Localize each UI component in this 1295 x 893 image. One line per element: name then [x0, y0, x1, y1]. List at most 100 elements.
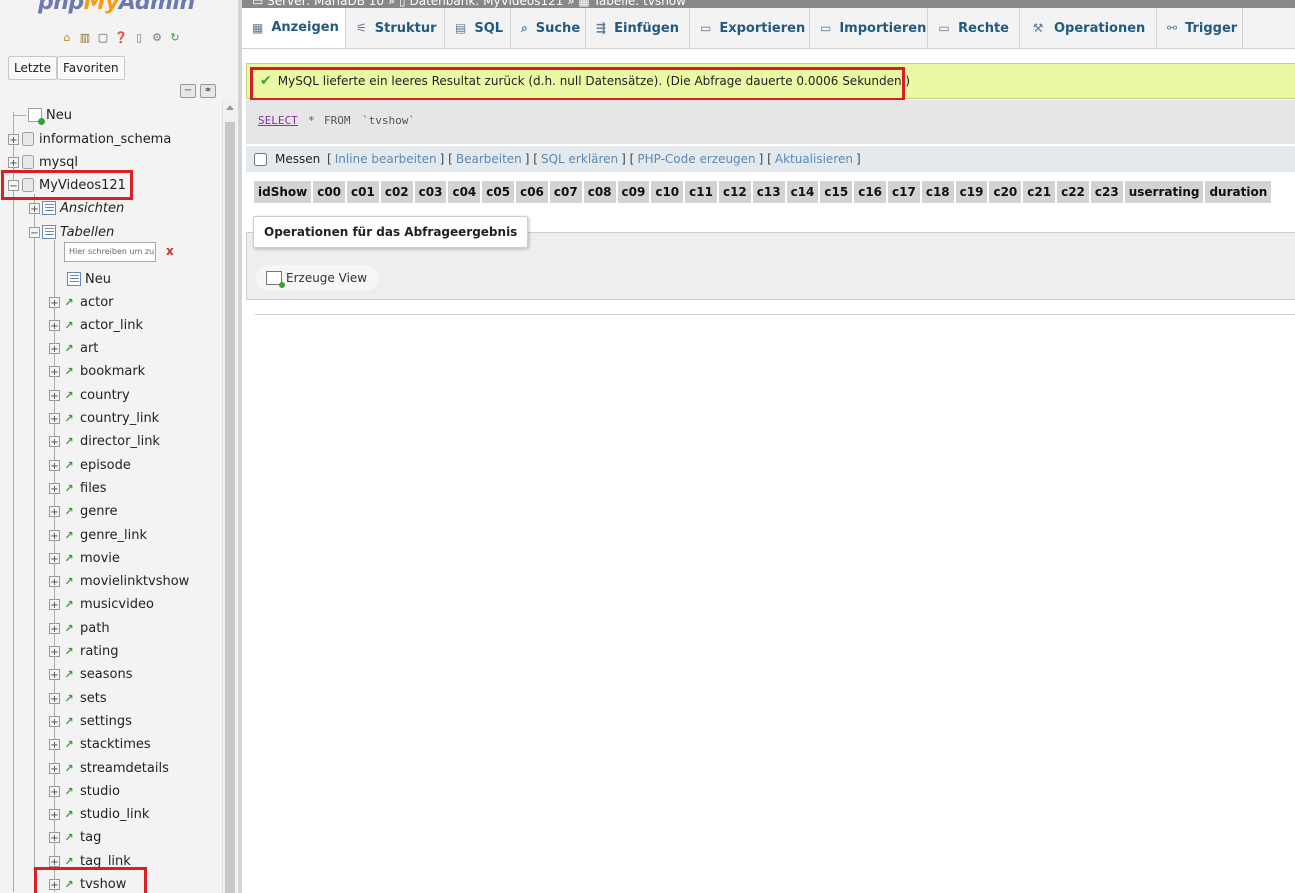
column-header[interactable]: c01: [347, 181, 379, 203]
table-icon[interactable]: ↗: [62, 388, 76, 402]
table-icon[interactable]: ↗: [62, 761, 76, 775]
tree-table-tag[interactable]: + ↗ tag: [49, 827, 101, 849]
tab-sql[interactable]: ▤ SQL: [445, 8, 511, 48]
table-icon[interactable]: ↗: [62, 668, 76, 682]
table-icon[interactable]: ↗: [62, 621, 76, 635]
column-header[interactable]: c23: [1090, 181, 1123, 203]
expand-icon[interactable]: +: [49, 809, 60, 821]
tree-table-art[interactable]: + ↗ art: [49, 338, 98, 360]
expand-icon[interactable]: +: [49, 506, 60, 518]
table-icon[interactable]: ↗: [62, 645, 76, 659]
tree-table-actor_link[interactable]: + ↗ actor_link: [49, 314, 143, 336]
tree-table-genre[interactable]: + ↗ genre: [49, 501, 118, 523]
tree-table-sets[interactable]: + ↗ sets: [49, 687, 107, 709]
tree-table-settings[interactable]: + ↗ settings: [49, 710, 132, 732]
table-icon[interactable]: ↗: [62, 831, 76, 845]
tree-db-mysql[interactable]: + mysql: [8, 151, 78, 173]
column-header[interactable]: c21: [1023, 181, 1056, 203]
reload-icon[interactable]: ↻: [168, 30, 182, 44]
column-header[interactable]: c00: [313, 181, 346, 203]
tree-table-actor[interactable]: + ↗ actor: [49, 291, 114, 313]
column-header[interactable]: c18: [921, 181, 954, 203]
tree-table-country_link[interactable]: + ↗ country_link: [49, 408, 159, 430]
docs-icon[interactable]: ▯: [132, 30, 146, 44]
tree-table-tag_link[interactable]: + ↗ tag_link: [49, 850, 131, 872]
breadcrumb-database[interactable]: Datenbank: MyVideos121: [409, 0, 563, 8]
tree-tables[interactable]: − Tabellen: [29, 221, 114, 243]
table-icon[interactable]: ↗: [62, 528, 76, 542]
tab-anzeigen[interactable]: ▦ Anzeigen: [242, 8, 346, 48]
column-header[interactable]: c15: [820, 181, 853, 203]
table-icon[interactable]: ↗: [62, 551, 76, 565]
tree-table-stacktimes[interactable]: + ↗ stacktimes: [49, 734, 151, 756]
expand-icon[interactable]: +: [49, 646, 60, 658]
refresh-link[interactable]: Aktualisieren: [775, 152, 853, 166]
column-header[interactable]: c06: [516, 181, 548, 203]
table-icon[interactable]: ↗: [62, 458, 76, 472]
tree-new-database[interactable]: Neu: [14, 104, 72, 126]
explain-sql-link[interactable]: SQL erklären: [541, 152, 618, 166]
exit-icon[interactable]: ▥: [78, 30, 92, 44]
table-icon[interactable]: ↗: [62, 714, 76, 728]
table-icon[interactable]: ↗: [62, 342, 76, 356]
expand-icon[interactable]: +: [49, 669, 60, 681]
expand-icon[interactable]: +: [8, 133, 19, 146]
link-icon[interactable]: ⚭: [200, 84, 216, 98]
column-header[interactable]: c12: [718, 181, 751, 203]
phpmyadmin-logo[interactable]: phpMyAdmin: [38, 0, 195, 15]
breadcrumb-server[interactable]: Server: MariaDB 10: [267, 0, 384, 8]
table-icon[interactable]: ↗: [62, 598, 76, 612]
column-header[interactable]: idShow: [254, 181, 312, 203]
tree-table-episode[interactable]: + ↗ episode: [49, 454, 131, 476]
expand-icon[interactable]: +: [49, 622, 60, 635]
table-icon[interactable]: ↗: [62, 738, 76, 752]
tab-struktur[interactable]: ⚟ Struktur: [346, 8, 445, 48]
column-header[interactable]: c04: [448, 181, 481, 203]
tree-table-country[interactable]: + ↗ country: [49, 384, 130, 406]
tree-table-bookmark[interactable]: + ↗ bookmark: [49, 361, 145, 383]
column-header[interactable]: c11: [685, 181, 717, 203]
expand-icon[interactable]: +: [49, 879, 60, 891]
expand-icon[interactable]: +: [49, 692, 60, 705]
column-header[interactable]: c17: [888, 181, 920, 203]
tree-table-director_link[interactable]: + ↗ director_link: [49, 431, 160, 453]
column-header[interactable]: c20: [989, 181, 1022, 203]
filter-clear-button[interactable]: x: [166, 244, 174, 258]
column-header[interactable]: c16: [854, 181, 887, 203]
tab-suche[interactable]: ⌕ Suche: [511, 8, 586, 48]
column-header[interactable]: c05: [482, 181, 515, 203]
column-header[interactable]: c07: [549, 181, 582, 203]
expand-icon[interactable]: +: [49, 715, 60, 728]
expand-icon[interactable]: +: [49, 366, 60, 378]
table-icon[interactable]: ↗: [62, 854, 76, 868]
tab-trigger[interactable]: ⚯ Trigger: [1157, 8, 1243, 48]
expand-icon[interactable]: +: [49, 552, 60, 565]
breadcrumb-table[interactable]: Tabelle: tvshow: [594, 0, 686, 8]
tree-table-movielinktvshow[interactable]: + ↗ movielinktvshow: [49, 571, 189, 593]
table-icon[interactable]: ↗: [62, 878, 76, 892]
column-header[interactable]: duration: [1205, 181, 1272, 203]
table-icon[interactable]: ↗: [62, 691, 76, 705]
tree-db-myvideos[interactable]: − MyVideos121: [8, 174, 126, 196]
tree-table-musicvideo[interactable]: + ↗ musicvideo: [49, 594, 154, 616]
scroll-up-arrow-icon[interactable]: [226, 105, 234, 110]
table-icon[interactable]: ↗: [62, 295, 76, 309]
table-icon[interactable]: ↗: [62, 784, 76, 798]
tree-new-table[interactable]: Neu: [67, 268, 111, 290]
expand-icon[interactable]: +: [49, 529, 60, 542]
tree-table-rating[interactable]: + ↗ rating: [49, 641, 119, 663]
column-header[interactable]: c02: [380, 181, 413, 203]
table-icon[interactable]: ↗: [62, 808, 76, 822]
favorites-button[interactable]: Favoriten: [57, 56, 125, 80]
table-icon[interactable]: ↗: [62, 575, 76, 589]
expand-icon[interactable]: +: [29, 202, 40, 215]
column-header[interactable]: c08: [583, 181, 616, 203]
tree-table-studio_link[interactable]: + ↗ studio_link: [49, 804, 149, 826]
column-header[interactable]: c14: [786, 181, 819, 203]
expand-icon[interactable]: +: [49, 599, 60, 611]
table-filter-input[interactable]: Hier schreiben um zu filtern: [64, 242, 156, 262]
expand-icon[interactable]: +: [49, 785, 60, 798]
expand-icon[interactable]: +: [49, 436, 60, 448]
tree-table-studio[interactable]: + ↗ studio: [49, 780, 120, 802]
table-icon[interactable]: ↗: [62, 365, 76, 379]
